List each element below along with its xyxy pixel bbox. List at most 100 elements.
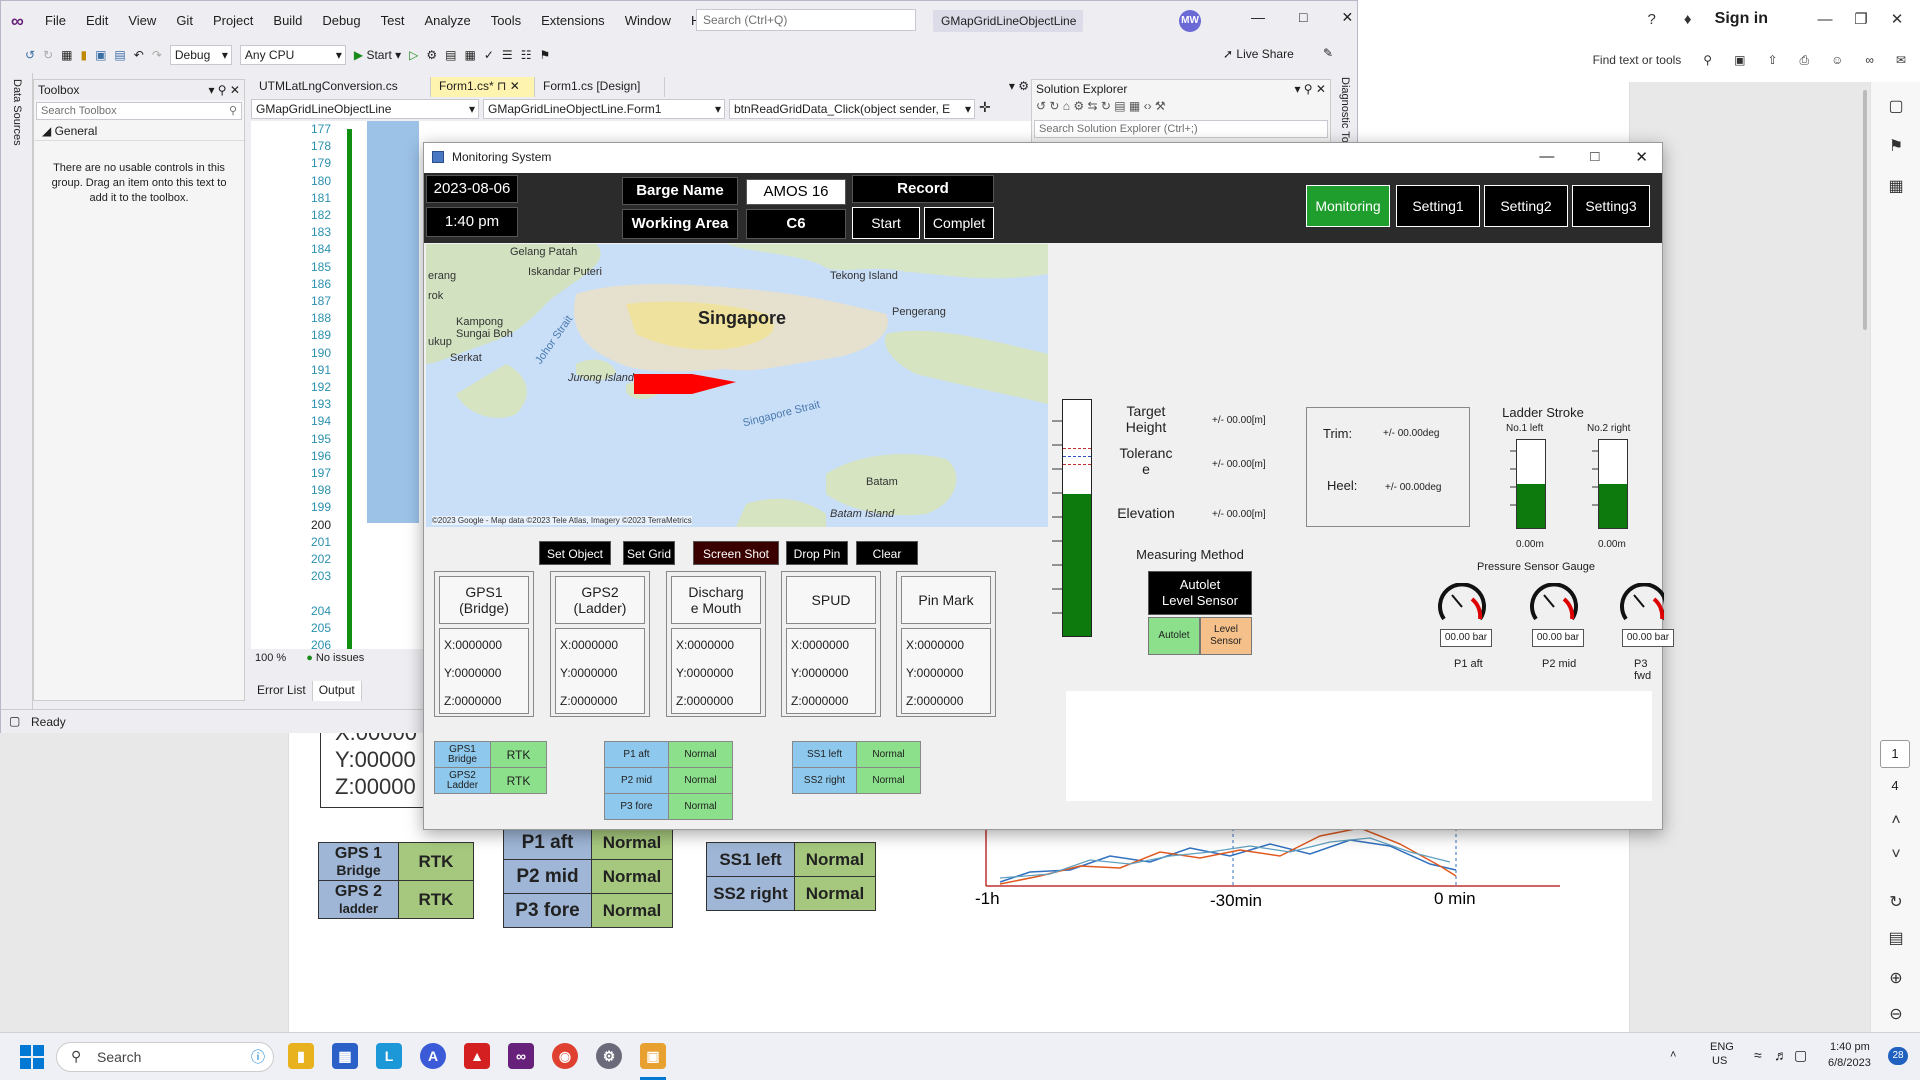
tab-utmlatlng[interactable]: UTMLatLngConversion.cs [251, 77, 431, 97]
minimize-icon[interactable]: — [1816, 11, 1834, 28]
menu-project[interactable]: Project [213, 13, 253, 28]
new-project-icon[interactable]: ▦ [61, 48, 72, 62]
visual-studio-icon[interactable]: ∞ [508, 1043, 534, 1069]
close-icon[interactable]: ✕ [1341, 9, 1353, 26]
tab-form1-cs[interactable]: Form1.cs* ⊓ ✕ [431, 77, 535, 97]
file-explorer-icon[interactable]: ▮ [288, 1043, 314, 1069]
tab-output[interactable]: Output [312, 681, 362, 701]
diagnostic-tools-rail[interactable]: Diagnostic To [1333, 73, 1357, 153]
drop-pin-button[interactable]: Drop Pin [786, 541, 848, 565]
bookmark-icon[interactable]: ⚑ [539, 48, 550, 62]
platform-dropdown[interactable]: Any CPU ▾ [239, 45, 346, 65]
level-sensor-option[interactable]: Level Sensor [1200, 617, 1252, 655]
email-icon[interactable]: ✉ [1896, 53, 1906, 67]
monitoring-app-icon[interactable]: ▣ [640, 1043, 666, 1069]
toolbar-icon-d[interactable]: ☰ [502, 48, 513, 62]
tab-error-list[interactable]: Error List [251, 681, 313, 701]
comment-icon[interactable]: ▢ [1885, 96, 1907, 118]
toolbar-icon-c[interactable]: ▦ [465, 48, 476, 62]
solution-explorer-search[interactable]: Search Solution Explorer (Ctrl+;) [1034, 120, 1328, 138]
menu-tools[interactable]: Tools [491, 13, 521, 28]
app-a-icon[interactable]: A [420, 1043, 446, 1069]
setting1-tab-button[interactable]: Setting1 [1396, 185, 1480, 227]
taskbar-search-input[interactable]: ⚲ Search ⓘ [56, 1042, 274, 1072]
toolbox-group-general[interactable]: ◢ General [34, 122, 244, 141]
clock-time[interactable]: 1:40 pm [1830, 1041, 1870, 1053]
avatar[interactable]: MW [1179, 10, 1201, 32]
notification-bell-icon[interactable]: ♦ [1679, 11, 1697, 28]
record-start-button[interactable]: Start [852, 207, 920, 239]
upload-icon[interactable]: ⇧ [1767, 53, 1777, 67]
toolbar-icon-b[interactable]: ▤ [445, 48, 456, 62]
menu-view[interactable]: View [128, 13, 156, 28]
set-grid-button[interactable]: Set Grid [623, 541, 675, 565]
record-complete-button[interactable]: Complet [924, 207, 994, 239]
live-share-button[interactable]: ➚ Live Share [1223, 47, 1294, 61]
toolbox-pin-icon[interactable]: ▾ ⚲ ✕ [208, 83, 240, 97]
nav-project-dropdown[interactable]: GMapGridLineObjectLine ▾ [251, 99, 479, 119]
lang-line2[interactable]: US [1712, 1055, 1727, 1067]
toolbar-icon-a[interactable]: ⚙ [426, 48, 437, 62]
menu-file[interactable]: File [45, 13, 66, 28]
set-object-button[interactable]: Set Object [539, 541, 611, 565]
save-icon[interactable]: ▣ [1734, 53, 1745, 67]
settings-icon[interactable]: ⚙ [596, 1043, 622, 1069]
menu-window[interactable]: Window [625, 13, 671, 28]
autolet-option[interactable]: Autolet [1148, 617, 1200, 655]
chevron-up-icon[interactable]: ˄ [1885, 812, 1907, 834]
bookmark-icon[interactable]: ⚑ [1885, 136, 1907, 158]
undo-icon[interactable]: ↶ [134, 48, 144, 62]
pdf-scrollbar[interactable] [1863, 90, 1867, 330]
clear-button[interactable]: Clear [856, 541, 918, 565]
map-view[interactable]: Gelang Patah Iskandar Puteri erang rok K… [426, 244, 1048, 527]
document-icon[interactable]: ▤ [1885, 928, 1907, 950]
setting2-tab-button[interactable]: Setting2 [1484, 185, 1568, 227]
redo-icon[interactable]: ↷ [152, 48, 162, 62]
tab-dropdown-icon[interactable]: ▾ ⚙ [1005, 77, 1033, 97]
menu-test[interactable]: Test [381, 13, 405, 28]
menu-extensions[interactable]: Extensions [541, 13, 605, 28]
vs-search-input[interactable]: Search (Ctrl+Q) [696, 9, 916, 31]
diagnostic-tools-tab[interactable]: Diagnostic To [1339, 77, 1351, 143]
zoom-out-icon[interactable]: ⊖ [1885, 1004, 1907, 1026]
nav-split-icon[interactable]: ✛ [979, 99, 991, 121]
menu-git[interactable]: Git [176, 13, 193, 28]
panel-pin-icon[interactable]: ▾ ⚲ ✕ [1294, 82, 1326, 96]
issues-status[interactable]: ● No issues [306, 652, 364, 664]
config-dropdown[interactable]: Debug ▾ [169, 45, 232, 65]
help-icon[interactable]: ? [1643, 11, 1661, 28]
spellcheck-icon[interactable]: ✓ [484, 48, 494, 62]
data-sources-tab[interactable]: Data Sources [11, 79, 23, 146]
save-icon[interactable]: ▣ [95, 48, 106, 62]
wifi-icon[interactable]: ≈ [1754, 1047, 1762, 1063]
back-icon[interactable]: ↺ [25, 48, 35, 62]
chevron-down-icon[interactable]: ˅ [1885, 846, 1907, 868]
maximize-icon[interactable]: □ [1299, 9, 1307, 26]
zoom-level[interactable]: 100 % [255, 652, 286, 664]
menu-build[interactable]: Build [273, 13, 302, 28]
data-sources-rail[interactable]: Data Sources [1, 73, 33, 713]
grid-icon[interactable]: ▦ [1885, 176, 1907, 198]
menu-debug[interactable]: Debug [322, 13, 360, 28]
l-app-icon[interactable]: L [376, 1043, 402, 1069]
setting3-tab-button[interactable]: Setting3 [1572, 185, 1650, 227]
menu-edit[interactable]: Edit [86, 13, 108, 28]
share-user-icon[interactable]: ☺ [1831, 53, 1843, 67]
nav-class-dropdown[interactable]: GMapGridLineObjectLine.Form1 ▾ [483, 99, 725, 119]
battery-icon[interactable]: ▢ [1794, 1047, 1807, 1064]
open-icon[interactable]: ▮ [80, 48, 87, 62]
store-icon[interactable]: ▦ [332, 1043, 358, 1069]
tab-form1-design[interactable]: Form1.cs [Design] [535, 77, 665, 97]
forward-icon[interactable]: ↻ [43, 48, 53, 62]
notification-badge[interactable]: 28 [1888, 1047, 1908, 1065]
lang-line1[interactable]: ENG [1710, 1041, 1734, 1053]
save-all-icon[interactable]: ▤ [114, 48, 125, 62]
screen-shot-button[interactable]: Screen Shot [693, 541, 779, 565]
zoom-in-icon[interactable]: ⊕ [1885, 968, 1907, 990]
start-button[interactable]: ▶ Start ▾ [354, 48, 401, 62]
sign-in-link[interactable]: Sign in [1715, 10, 1768, 28]
search-icon[interactable]: ⚲ [1703, 53, 1712, 67]
acrobat-icon[interactable]: ▲ [464, 1043, 490, 1069]
toolbox-search-input[interactable]: Search Toolbox ⚲ [36, 102, 242, 120]
print-icon[interactable]: ⎙ [1800, 53, 1810, 68]
